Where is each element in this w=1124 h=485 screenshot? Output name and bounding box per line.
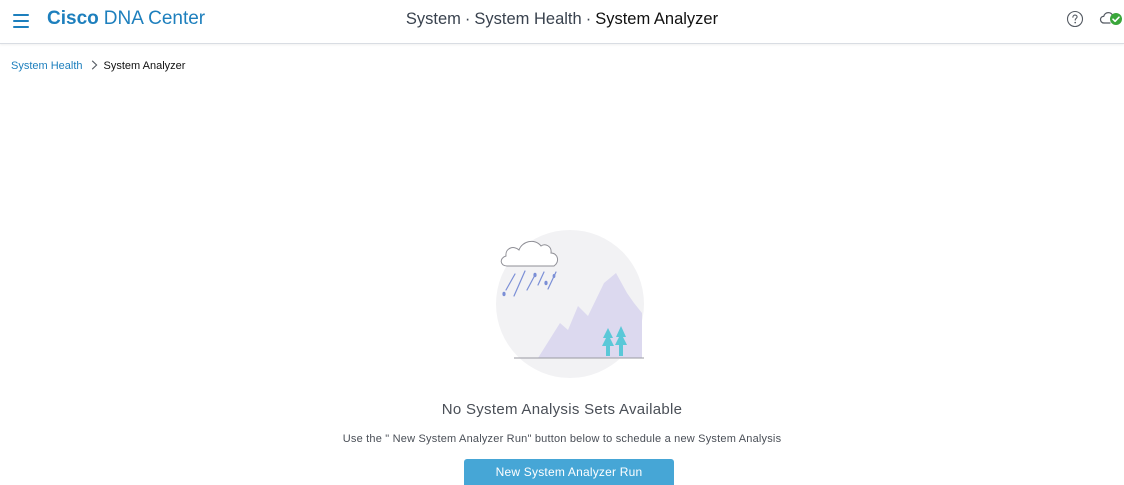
cloud-status-icon[interactable] — [1099, 9, 1123, 27]
help-icon[interactable] — [1066, 10, 1084, 28]
breadcrumb-current: System Analyzer — [103, 60, 186, 72]
breadcrumb: System Health System Analyzer — [11, 59, 185, 73]
heading-separator: · — [585, 10, 592, 28]
top-navigation-bar: Cisco DNA Center System · System Health · Sys… — [0, 0, 1124, 44]
heading-section: System — [405, 10, 461, 28]
empty-state-illustration — [496, 230, 644, 378]
new-system-analyzer-run-button[interactable]: New System Analyzer Run — [464, 459, 674, 485]
empty-state-title: No System Analysis Sets Available — [441, 401, 683, 418]
empty-state-description: Use the " New System Analyzer Run" butto… — [342, 433, 782, 445]
heading-separator: · — [464, 10, 471, 28]
breadcrumb-link-system-health[interactable]: System Health — [11, 60, 83, 72]
chevron-right-icon — [91, 60, 97, 70]
page-heading: System · System Health · System Analyzer — [0, 9, 1124, 29]
heading-subsection: System Health — [474, 10, 582, 28]
heading-current-page: System Analyzer — [595, 10, 719, 28]
